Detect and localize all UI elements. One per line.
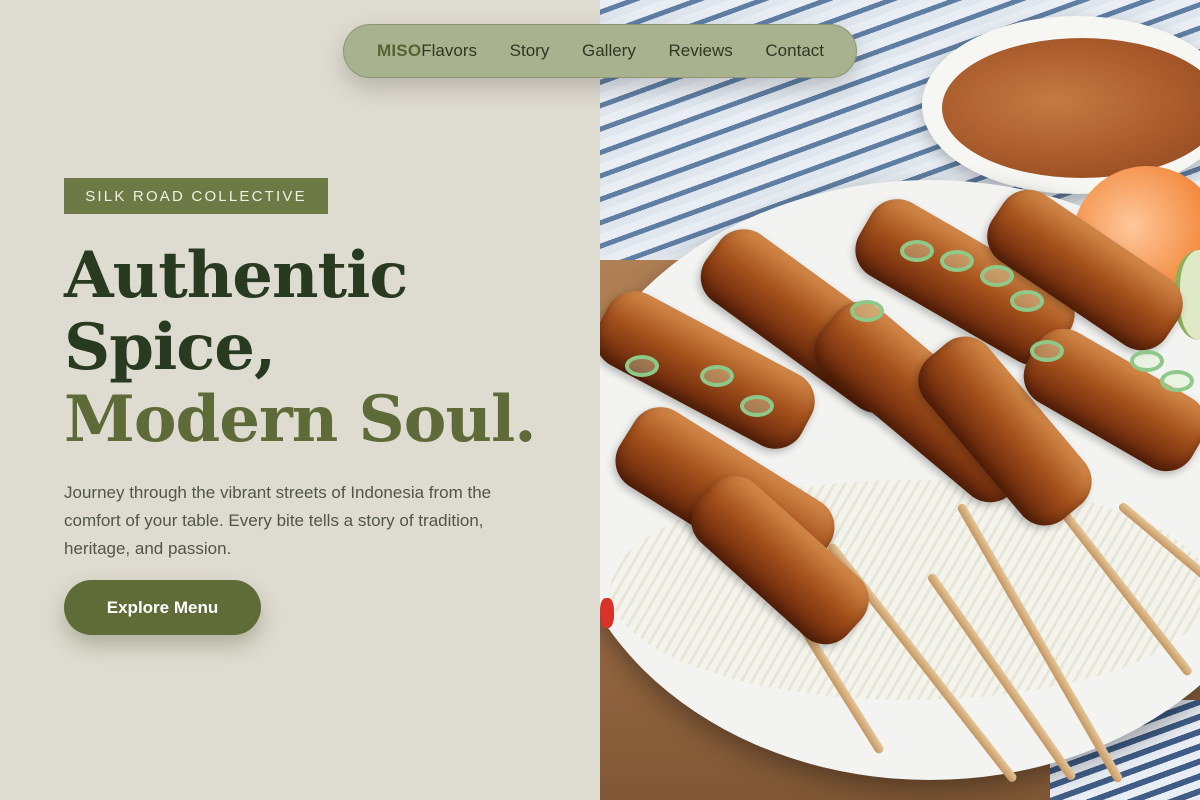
top-nav: MISO Flavors Story Gallery Reviews Conta…: [343, 24, 857, 78]
nav-link-reviews[interactable]: Reviews: [669, 41, 733, 61]
headline-line-3: Modern Soul.: [64, 382, 537, 457]
chili-slice: [600, 598, 614, 628]
scallion-ring: [1010, 290, 1044, 312]
satay-photo: [600, 0, 1200, 800]
headline-line-1: Authentic: [64, 238, 408, 313]
scallion-ring: [740, 395, 774, 417]
nav-link-contact[interactable]: Contact: [765, 41, 824, 61]
peanut-sauce: [942, 38, 1200, 178]
scallion-ring: [900, 240, 934, 262]
scallion-ring: [1130, 350, 1164, 372]
brand-name-strong: MISO: [377, 41, 422, 60]
scallion-ring: [940, 250, 974, 272]
scallion-ring: [625, 355, 659, 377]
scallion-ring: [980, 265, 1014, 287]
explore-menu-button[interactable]: Explore Menu: [64, 580, 261, 635]
brand-logo[interactable]: MISO Flavors: [377, 41, 477, 61]
collection-badge: SILK ROAD COLLECTIVE: [64, 178, 328, 214]
scallion-ring: [1160, 370, 1194, 392]
hero-headline: Authentic Spice, Modern Soul.: [64, 240, 584, 456]
scallion-ring: [1030, 340, 1064, 362]
brand-name-rest: Flavors: [421, 41, 477, 60]
scallion-ring: [850, 300, 884, 322]
nav-link-gallery[interactable]: Gallery: [582, 41, 636, 61]
headline-line-2: Spice,: [64, 310, 276, 385]
hero-description: Journey through the vibrant streets of I…: [64, 483, 492, 558]
nav-link-story[interactable]: Story: [510, 41, 550, 61]
scallion-ring: [700, 365, 734, 387]
